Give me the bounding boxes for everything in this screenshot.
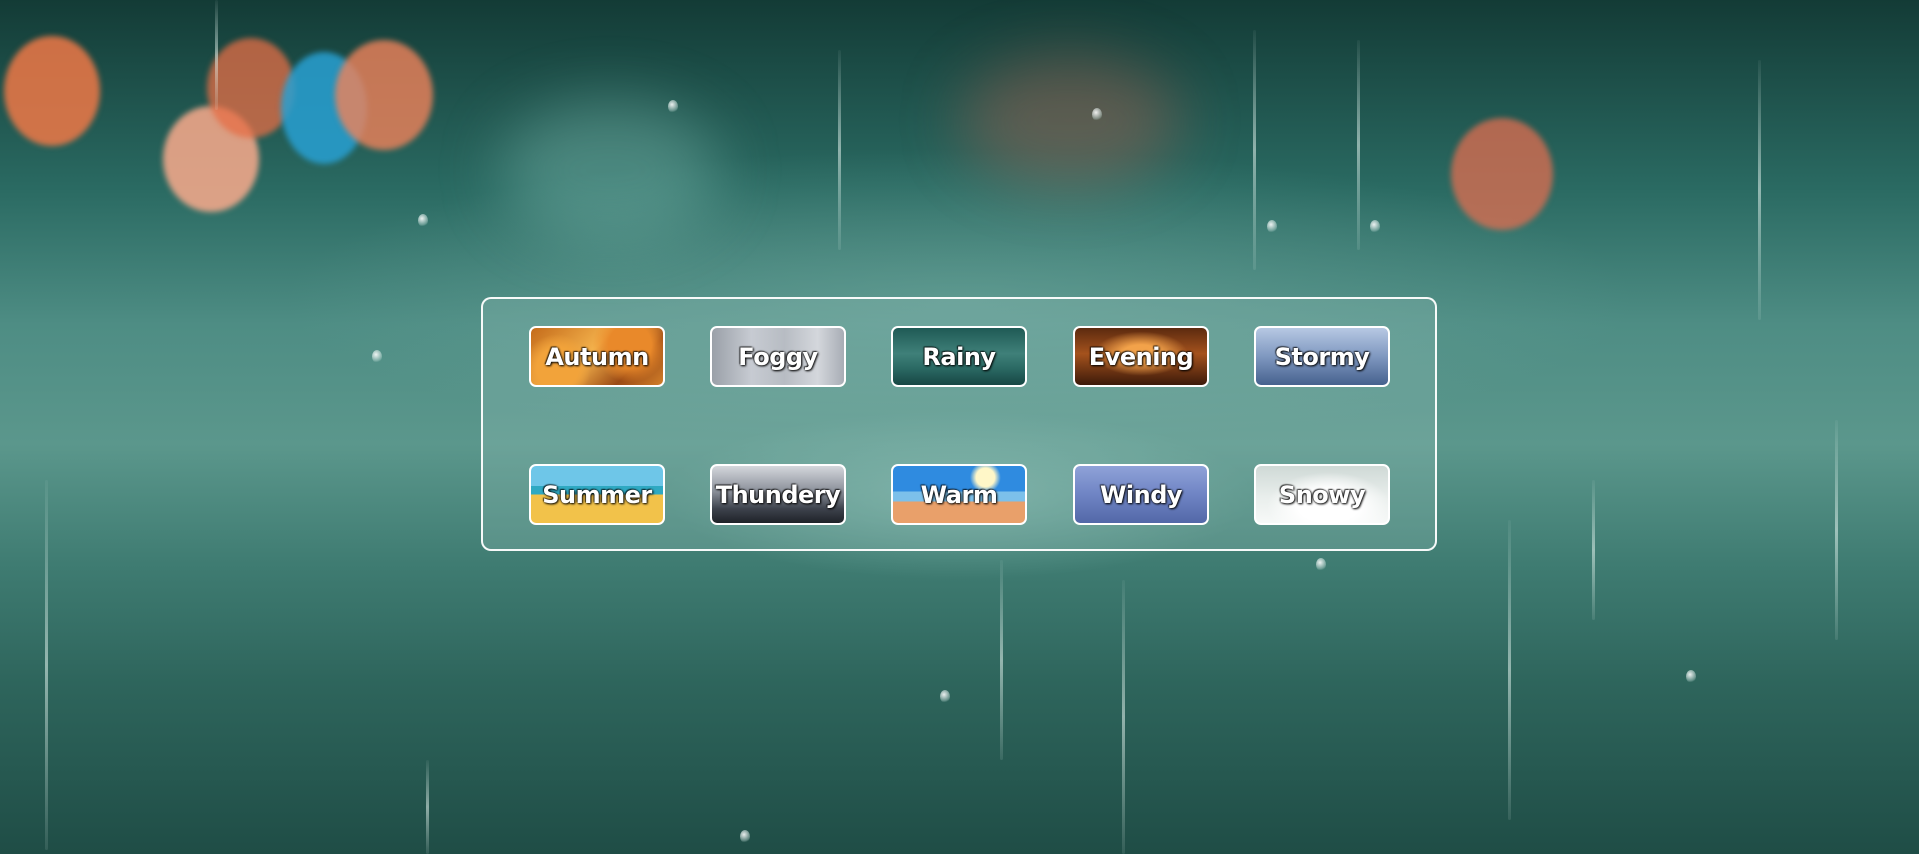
weather-option-warm[interactable]: Warm (891, 464, 1027, 525)
raindrop-bead (668, 100, 678, 113)
raindrop (1835, 420, 1838, 640)
raindrop (1253, 30, 1256, 270)
weather-option-label: Evening (1088, 342, 1194, 371)
weather-option-stormy[interactable]: Stormy (1254, 326, 1390, 387)
raindrop-bead (418, 214, 428, 227)
weather-option-foggy[interactable]: Foggy (710, 326, 846, 387)
raindrop-bead (1316, 558, 1326, 571)
weather-option-label: Snowy (1278, 480, 1366, 509)
weather-option-snowy[interactable]: Snowy (1254, 464, 1390, 525)
raindrop (215, 0, 218, 110)
weather-option-label: Rainy (922, 342, 996, 371)
weather-selector-panel: Autumn Foggy Rainy Evening Stormy Summer… (481, 297, 1437, 551)
weather-option-summer[interactable]: Summer (529, 464, 665, 525)
weather-option-autumn[interactable]: Autumn (529, 326, 665, 387)
bokeh-light (960, 55, 1180, 185)
raindrop (1122, 580, 1125, 854)
raindrop-bead (372, 350, 382, 363)
raindrop (1508, 520, 1511, 820)
raindrop (1000, 560, 1003, 760)
raindrop (45, 480, 48, 850)
weather-option-thundery[interactable]: Thundery (710, 464, 846, 525)
raindrop-bead (1686, 670, 1696, 683)
raindrop (1592, 480, 1595, 620)
raindrop (1758, 60, 1761, 320)
weather-option-label: Stormy (1274, 342, 1370, 371)
raindrop (426, 760, 429, 854)
bokeh-light (335, 40, 433, 150)
raindrop-bead (740, 830, 750, 843)
weather-option-label: Foggy (738, 342, 818, 371)
weather-option-label: Windy (1099, 480, 1183, 509)
weather-option-label: Thundery (715, 480, 841, 509)
weather-option-label: Summer (542, 480, 652, 509)
weather-option-label: Warm (920, 480, 998, 509)
weather-option-rainy[interactable]: Rainy (891, 326, 1027, 387)
raindrop-bead (1267, 220, 1277, 233)
weather-option-windy[interactable]: Windy (1073, 464, 1209, 525)
bokeh-light (1451, 118, 1553, 230)
raindrop (838, 50, 841, 250)
raindrop-bead (1092, 108, 1102, 121)
raindrop-bead (940, 690, 950, 703)
raindrop (1357, 40, 1360, 250)
weather-option-evening[interactable]: Evening (1073, 326, 1209, 387)
bokeh-light (500, 100, 720, 240)
bokeh-light (4, 36, 100, 146)
raindrop-bead (1370, 220, 1380, 233)
weather-option-label: Autumn (545, 342, 649, 371)
